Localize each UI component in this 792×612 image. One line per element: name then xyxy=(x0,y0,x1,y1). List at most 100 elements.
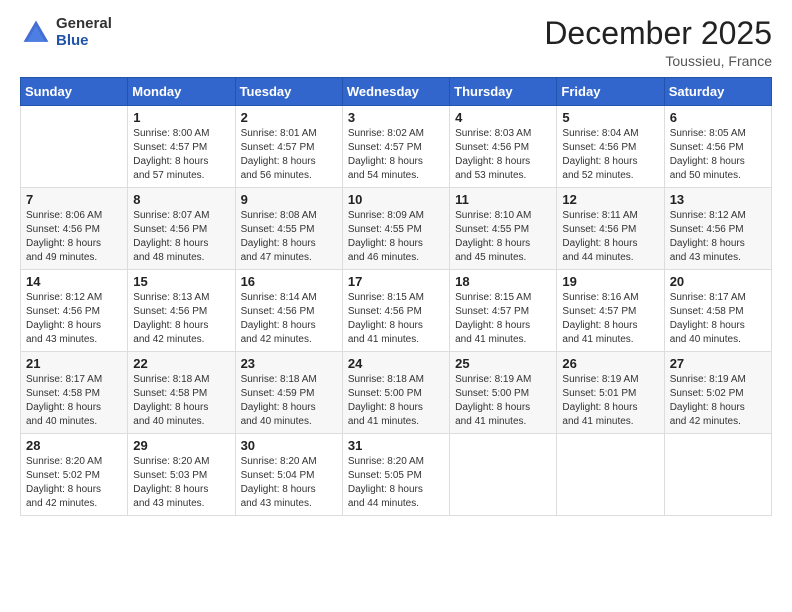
table-row: 4Sunrise: 8:03 AMSunset: 4:56 PMDaylight… xyxy=(450,106,557,188)
sunrise-text: Sunrise: 8:17 AM xyxy=(670,291,766,305)
sunrise-text: Sunrise: 8:04 AM xyxy=(562,127,658,141)
sunset-text: Sunset: 5:00 PM xyxy=(455,387,551,401)
sunrise-text: Sunrise: 8:05 AM xyxy=(670,127,766,141)
calendar-week-row: 21Sunrise: 8:17 AMSunset: 4:58 PMDayligh… xyxy=(21,352,772,434)
day-info: Sunrise: 8:10 AMSunset: 4:55 PMDaylight:… xyxy=(455,209,551,265)
day-number: 15 xyxy=(133,274,229,289)
day-info: Sunrise: 8:02 AMSunset: 4:57 PMDaylight:… xyxy=(348,127,444,183)
table-row: 29 Sunrise: 8:20 AMSunset: 5:03 PMDayligh… xyxy=(128,434,235,516)
daylight-text-2: and 50 minutes. xyxy=(670,169,766,183)
table-row: 7Sunrise: 8:06 AMSunset: 4:56 PMDaylight… xyxy=(21,188,128,270)
header-sunday: Sunday xyxy=(21,78,128,106)
sunset-text: Sunset: 5:02 PM xyxy=(670,387,766,401)
day-info: Sunrise: 8:11 AMSunset: 4:56 PMDaylight:… xyxy=(562,209,658,265)
day-info: Sunrise: 8:07 AMSunset: 4:56 PMDaylight:… xyxy=(133,209,229,265)
calendar-week-row: 28Sunrise: 8:20 AMSunset: 5:02 PMDayligh… xyxy=(21,434,772,516)
daylight-text-2: and 45 minutes. xyxy=(455,251,551,265)
sunset-text: Sunset: 5:03 PM xyxy=(133,469,229,483)
daylight-text-2: and 41 minutes. xyxy=(562,415,658,429)
sunrise-text: Sunrise: 8:20 AM xyxy=(348,455,444,469)
daylight-text: Daylight: 8 hours xyxy=(562,237,658,251)
daylight-text-2: and 49 minutes. xyxy=(26,251,122,265)
daylight-text: Daylight: 8 hours xyxy=(455,237,551,251)
day-number: 24 xyxy=(348,356,444,371)
days-header-row: Sunday Monday Tuesday Wednesday Thursday… xyxy=(21,78,772,106)
table-row: 6Sunrise: 8:05 AMSunset: 4:56 PMDaylight… xyxy=(664,106,771,188)
calendar-week-row: 1Sunrise: 8:00 AMSunset: 4:57 PMDaylight… xyxy=(21,106,772,188)
sunset-text: Sunset: 4:58 PM xyxy=(670,305,766,319)
daylight-text: Daylight: 8 hours xyxy=(348,483,444,497)
daylight-text-2: and 41 minutes. xyxy=(348,333,444,347)
daylight-text: Daylight: 8 hours xyxy=(133,155,229,169)
sunrise-text: Sunrise: 8:20 AM xyxy=(241,455,337,469)
daylight-text: Daylight: 8 hours xyxy=(241,483,337,497)
daylight-text-2: and 42 minutes. xyxy=(241,333,337,347)
table-row: 3Sunrise: 8:02 AMSunset: 4:57 PMDaylight… xyxy=(342,106,449,188)
daylight-text: Daylight: 8 hours xyxy=(241,319,337,333)
sunset-text: Sunset: 4:56 PM xyxy=(26,223,122,237)
table-row: 10Sunrise: 8:09 AMSunset: 4:55 PMDayligh… xyxy=(342,188,449,270)
day-info: Sunrise: 8:16 AMSunset: 4:57 PMDaylight:… xyxy=(562,291,658,347)
calendar-week-row: 7Sunrise: 8:06 AMSunset: 4:56 PMDaylight… xyxy=(21,188,772,270)
month-title: December 2025 xyxy=(544,16,772,51)
day-info: Sunrise: 8:17 AMSunset: 4:58 PMDaylight:… xyxy=(670,291,766,347)
daylight-text-2: and 52 minutes. xyxy=(562,169,658,183)
table-row: 31Sunrise: 8:20 AMSunset: 5:05 PMDayligh… xyxy=(342,434,449,516)
daylight-text-2: and 43 minutes. xyxy=(241,497,337,511)
daylight-text-2: and 56 minutes. xyxy=(241,169,337,183)
day-info: Sunrise: 8:12 AMSunset: 4:56 PMDaylight:… xyxy=(26,291,122,347)
table-row: 23Sunrise: 8:18 AMSunset: 4:59 PMDayligh… xyxy=(235,352,342,434)
day-info: Sunrise: 8:20 AMSunset: 5:03 PMDaylight:… xyxy=(133,455,229,511)
table-row: 15Sunrise: 8:13 AMSunset: 4:56 PMDayligh… xyxy=(128,270,235,352)
day-number: 14 xyxy=(26,274,122,289)
day-info: Sunrise: 8:18 AMSunset: 4:59 PMDaylight:… xyxy=(241,373,337,429)
table-row: 21Sunrise: 8:17 AMSunset: 4:58 PMDayligh… xyxy=(21,352,128,434)
header-tuesday: Tuesday xyxy=(235,78,342,106)
location: Toussieu, France xyxy=(544,53,772,69)
day-number: 29 xyxy=(133,438,229,453)
day-number: 22 xyxy=(133,356,229,371)
sunrise-text: Sunrise: 8:18 AM xyxy=(241,373,337,387)
logo-icon xyxy=(20,17,52,49)
sunset-text: Sunset: 4:57 PM xyxy=(241,141,337,155)
day-info: Sunrise: 8:19 AMSunset: 5:01 PMDaylight:… xyxy=(562,373,658,429)
table-row: 22 Sunrise: 8:18 AMSunset: 4:58 PMDayligh… xyxy=(128,352,235,434)
daylight-text-2: and 43 minutes. xyxy=(26,333,122,347)
sunrise-text: Sunrise: 8:02 AM xyxy=(348,127,444,141)
sunset-text: Sunset: 4:57 PM xyxy=(348,141,444,155)
sunrise-text: Sunrise: 8:19 AM xyxy=(455,373,551,387)
table-row: 2Sunrise: 8:01 AMSunset: 4:57 PMDaylight… xyxy=(235,106,342,188)
table-row: 1Sunrise: 8:00 AMSunset: 4:57 PMDaylight… xyxy=(128,106,235,188)
day-info: Sunrise: 8:18 AMSunset: 4:58 PMDaylight:… xyxy=(133,373,229,429)
sunrise-text: Sunrise: 8:06 AM xyxy=(26,209,122,223)
daylight-text: Daylight: 8 hours xyxy=(26,483,122,497)
daylight-text-2: and 41 minutes. xyxy=(455,333,551,347)
sunset-text: Sunset: 4:56 PM xyxy=(562,223,658,237)
sunset-text: Sunset: 4:56 PM xyxy=(133,305,229,319)
table-row: 30Sunrise: 8:20 AMSunset: 5:04 PMDayligh… xyxy=(235,434,342,516)
day-info: Sunrise: 8:00 AMSunset: 4:57 PMDaylight:… xyxy=(133,127,229,183)
sunrise-text: Sunrise: 8:19 AM xyxy=(670,373,766,387)
sunrise-text: Sunrise: 8:12 AM xyxy=(26,291,122,305)
day-info: Sunrise: 8:15 AMSunset: 4:56 PMDaylight:… xyxy=(348,291,444,347)
sunset-text: Sunset: 4:59 PM xyxy=(241,387,337,401)
day-info: Sunrise: 8:03 AMSunset: 4:56 PMDaylight:… xyxy=(455,127,551,183)
day-info: Sunrise: 8:04 AMSunset: 4:56 PMDaylight:… xyxy=(562,127,658,183)
table-row: 11Sunrise: 8:10 AMSunset: 4:55 PMDayligh… xyxy=(450,188,557,270)
header-wednesday: Wednesday xyxy=(342,78,449,106)
sunrise-text: Sunrise: 8:11 AM xyxy=(562,209,658,223)
daylight-text: Daylight: 8 hours xyxy=(26,319,122,333)
table-row: 9Sunrise: 8:08 AMSunset: 4:55 PMDaylight… xyxy=(235,188,342,270)
table-row: 18Sunrise: 8:15 AMSunset: 4:57 PMDayligh… xyxy=(450,270,557,352)
sunset-text: Sunset: 5:00 PM xyxy=(348,387,444,401)
daylight-text: Daylight: 8 hours xyxy=(670,401,766,415)
header-saturday: Saturday xyxy=(664,78,771,106)
table-row: 28Sunrise: 8:20 AMSunset: 5:02 PMDayligh… xyxy=(21,434,128,516)
daylight-text-2: and 57 minutes. xyxy=(133,169,229,183)
daylight-text-2: and 43 minutes. xyxy=(670,251,766,265)
page: General Blue December 2025 Toussieu, Fra… xyxy=(0,0,792,612)
daylight-text-2: and 40 minutes. xyxy=(133,415,229,429)
sunrise-text: Sunrise: 8:20 AM xyxy=(26,455,122,469)
day-number: 21 xyxy=(26,356,122,371)
day-number: 10 xyxy=(348,192,444,207)
